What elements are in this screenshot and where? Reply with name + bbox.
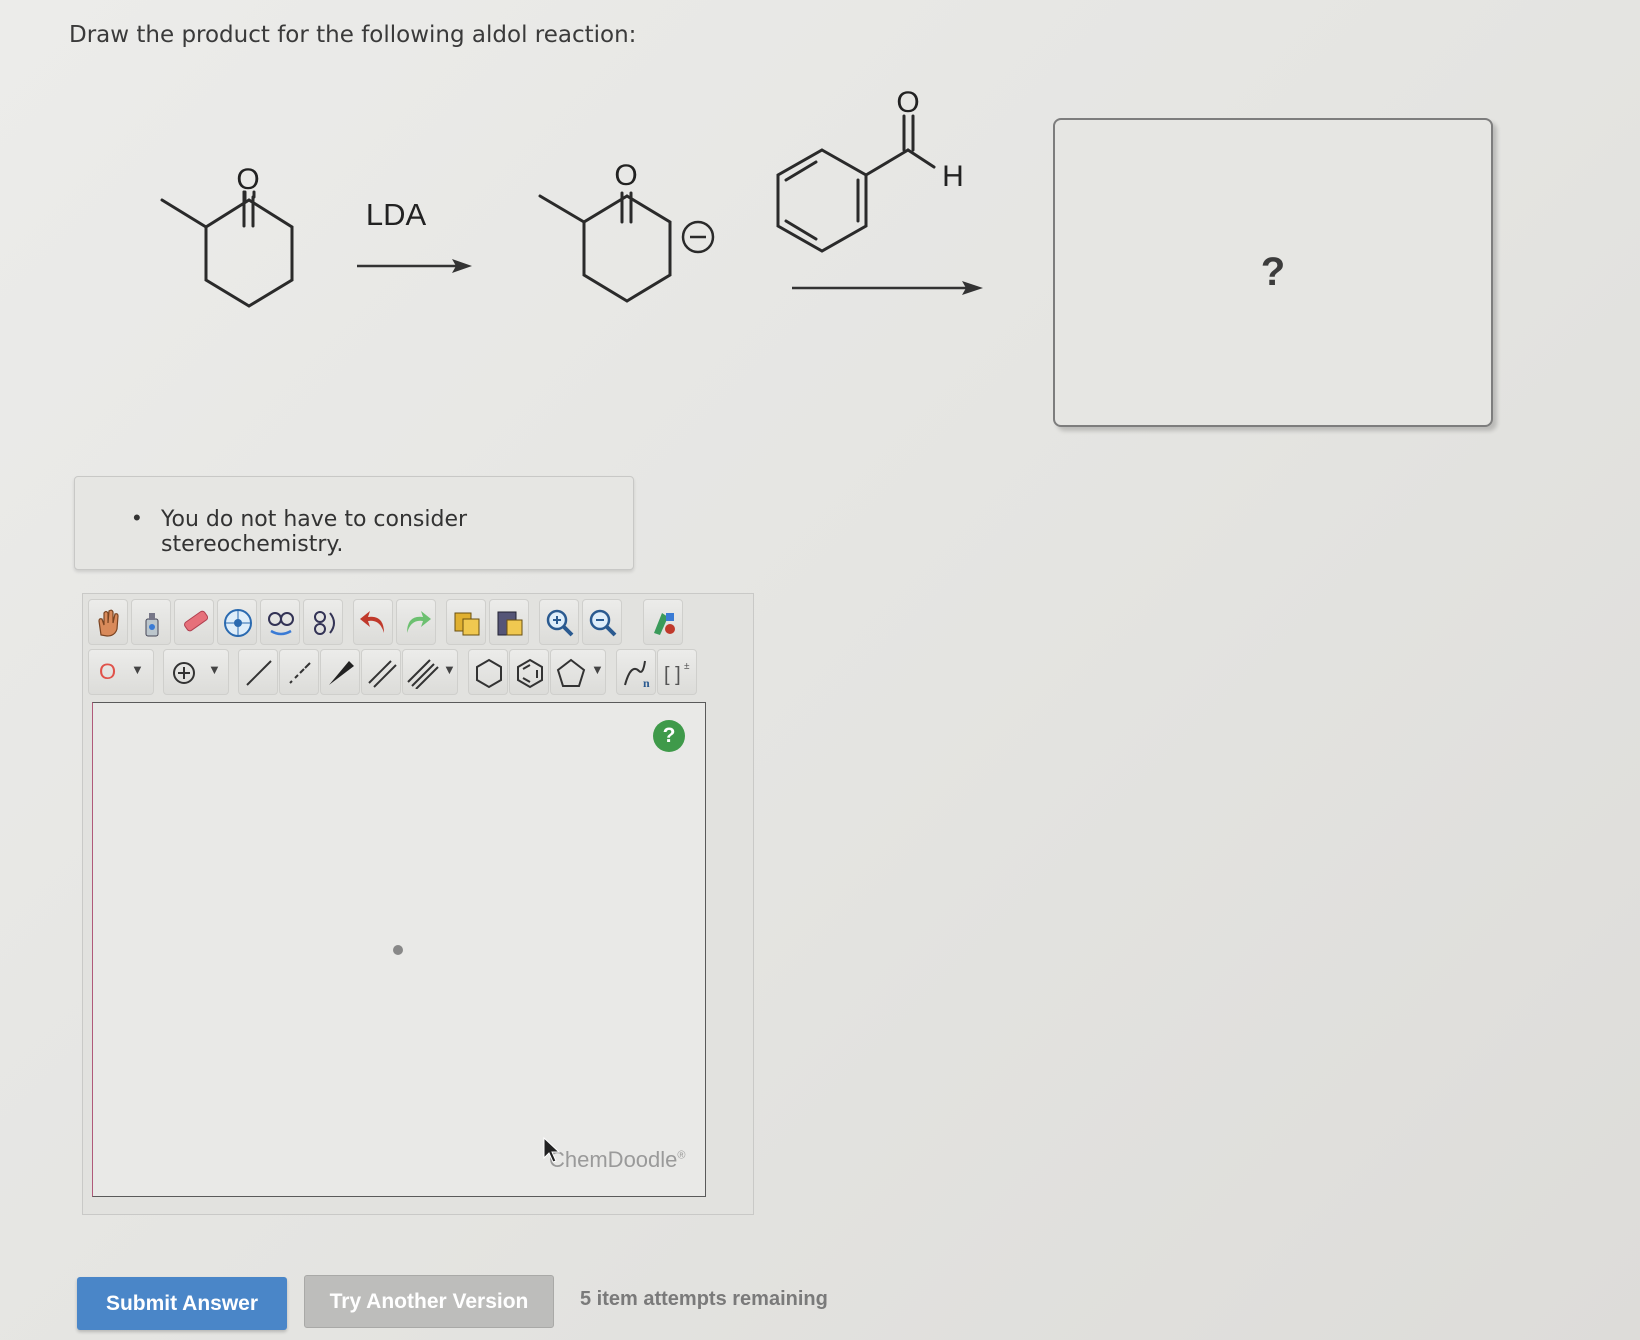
wedge-bond-button[interactable] xyxy=(320,649,360,695)
copy-button[interactable] xyxy=(446,599,486,645)
svg-text:n: n xyxy=(643,676,650,689)
hand-tool-button[interactable] xyxy=(88,599,128,645)
rotate-tool-button[interactable] xyxy=(303,599,343,645)
chemdoodle-brand: ChemDoodle xyxy=(549,1147,678,1172)
chevron-down-icon: ▼ xyxy=(131,662,144,677)
mouse-cursor-icon xyxy=(543,1136,561,1163)
enolate-structure xyxy=(538,194,672,303)
svg-text:±: ± xyxy=(684,661,690,672)
chemdoodle-watermark: ChemDoodle® xyxy=(549,1147,686,1173)
triple-bond-button[interactable]: ▼ xyxy=(402,649,458,695)
benzene-icon xyxy=(517,658,543,689)
reagent-label: LDA xyxy=(366,197,427,232)
chevron-down-icon: ▼ xyxy=(208,662,221,677)
cyclopentane-icon xyxy=(556,658,586,687)
hint-box: • You do not have to consider stereochem… xyxy=(74,476,634,570)
clean-tool-button[interactable] xyxy=(643,599,683,645)
undo-button[interactable] xyxy=(353,599,393,645)
drawing-canvas[interactable]: ? ChemDoodle® xyxy=(92,702,706,1197)
product-answer-box: ? xyxy=(1053,118,1493,427)
oxygen-label-1: O xyxy=(236,163,259,196)
hand-icon xyxy=(98,609,119,637)
chevron-down-icon: ▼ xyxy=(443,662,456,677)
zoom-out-button[interactable] xyxy=(582,599,622,645)
clean-icon xyxy=(654,613,675,635)
zoom-out-icon xyxy=(589,609,617,637)
hint-bullet: • xyxy=(133,505,141,530)
lasso-icon xyxy=(145,613,159,637)
eraser-tool-button[interactable] xyxy=(174,599,214,645)
cyclopentane-button[interactable]: ▼ xyxy=(550,649,606,695)
hashed-bond-button[interactable] xyxy=(279,649,319,695)
flip-tool-button[interactable] xyxy=(260,599,300,645)
chemdoodle-registered: ® xyxy=(677,1149,686,1162)
reaction-arrow-2 xyxy=(792,281,983,295)
double-bond-button[interactable] xyxy=(361,649,401,695)
charge-selector[interactable]: ▼ xyxy=(163,649,229,695)
cyclohexane-button[interactable] xyxy=(468,649,508,695)
redo-icon xyxy=(407,611,431,633)
eraser-icon xyxy=(184,610,209,632)
double-bond-icon xyxy=(368,660,397,688)
atom-selector[interactable]: O ▼ xyxy=(88,649,154,695)
product-placeholder: ? xyxy=(1260,250,1286,294)
plus-charge-icon xyxy=(173,662,195,684)
submit-answer-button[interactable]: Submit Answer xyxy=(77,1277,287,1330)
zoom-in-icon xyxy=(546,609,574,637)
undo-icon xyxy=(360,611,384,633)
cyclohexane-icon xyxy=(476,658,502,689)
oxygen-label-2: O xyxy=(614,159,637,192)
center-tool-button[interactable] xyxy=(217,599,257,645)
triple-bond-icon xyxy=(407,659,439,689)
paste-icon xyxy=(497,611,523,636)
reaction-arrow-1 xyxy=(357,259,472,273)
paste-button[interactable] xyxy=(489,599,529,645)
chain-icon: n xyxy=(624,660,650,689)
chevron-down-icon: ▼ xyxy=(591,662,604,677)
copy-icon xyxy=(454,612,480,636)
lasso-tool-button[interactable] xyxy=(131,599,171,645)
chain-tool-button[interactable]: n xyxy=(616,649,656,695)
try-another-version-button[interactable]: Try Another Version xyxy=(304,1275,554,1328)
atom-selector-label: O xyxy=(99,659,117,684)
help-button[interactable]: ? xyxy=(653,720,685,752)
hydrogen-label: H xyxy=(942,160,964,193)
wedge-bond-icon xyxy=(329,661,354,685)
redo-button[interactable] xyxy=(396,599,436,645)
center-icon xyxy=(224,609,252,637)
single-bond-button[interactable] xyxy=(238,649,278,695)
svg-text:[ ]: [ ] xyxy=(664,664,681,686)
methylcyclohexanone-structure xyxy=(160,190,294,308)
hashed-bond-icon xyxy=(289,662,311,684)
hint-text: You do not have to consider stereochemis… xyxy=(161,507,468,557)
attempts-remaining: 5 item attempts remaining xyxy=(580,1288,828,1310)
bracket-charge-button[interactable]: [ ] ± xyxy=(657,649,697,695)
benzaldehyde-structure xyxy=(776,148,936,253)
canvas-dot xyxy=(393,945,403,955)
single-bond-icon xyxy=(246,660,272,686)
oxygen-label-3: O xyxy=(896,86,919,119)
benzene-button[interactable] xyxy=(509,649,549,695)
bracket-icon: [ ] ± xyxy=(664,661,690,686)
flip-icon xyxy=(268,612,294,636)
zoom-in-button[interactable] xyxy=(539,599,579,645)
rotate-icon xyxy=(314,611,335,635)
